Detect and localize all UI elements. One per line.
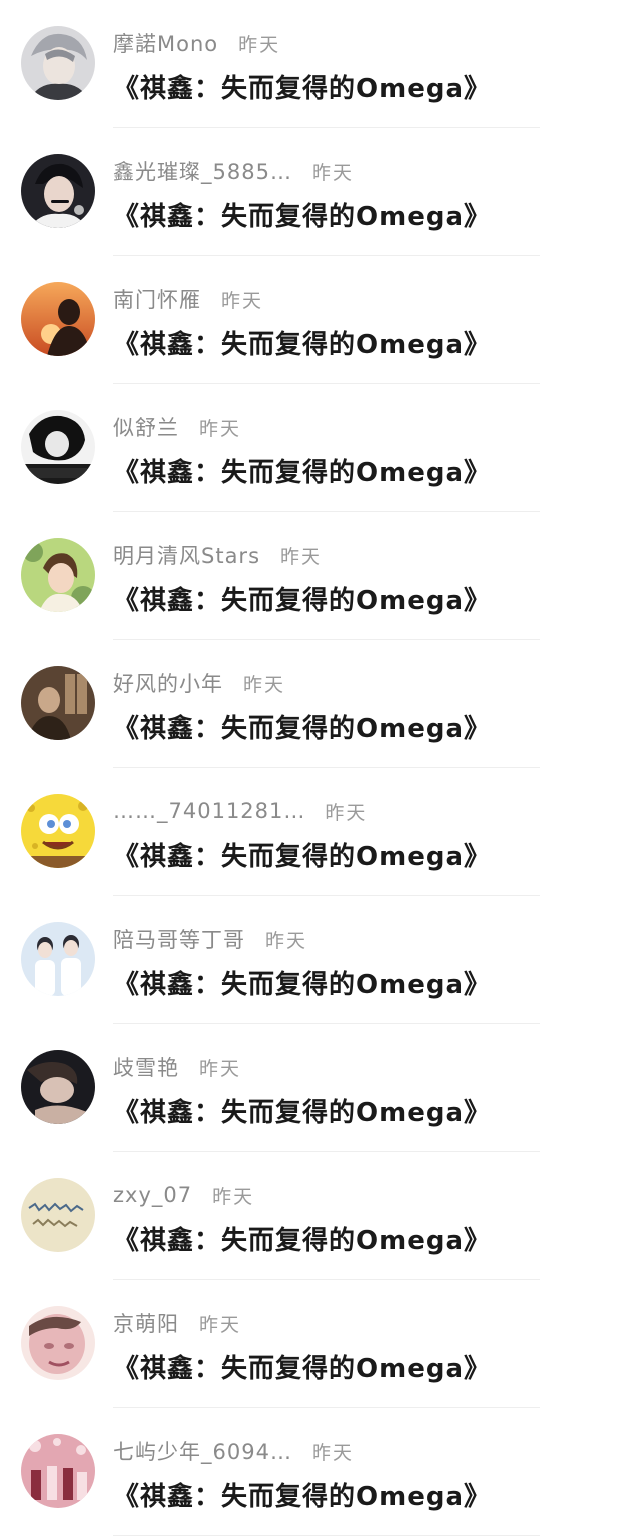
comment-list: 摩諾Mono 昨天 《祺鑫：失而复得的Omega》 鑫光璀璨_5885… 昨天 … xyxy=(0,0,640,1540)
avatar-silver-hair-boy-icon xyxy=(21,26,95,100)
comment-text: 《祺鑫：失而复得的Omega》 xyxy=(113,714,491,744)
avatar[interactable] xyxy=(21,26,95,100)
timestamp: 昨天 xyxy=(199,1313,242,1336)
username[interactable]: 明月清风Stars xyxy=(113,540,260,570)
comment-row[interactable]: 摩諾Mono 昨天 《祺鑫：失而复得的Omega》 xyxy=(0,0,640,128)
username[interactable]: 摩諾Mono xyxy=(113,28,218,58)
avatar[interactable] xyxy=(21,538,95,612)
comment-text: 《祺鑫：失而复得的Omega》 xyxy=(113,970,491,1000)
username[interactable]: 京萌阳 xyxy=(113,1308,179,1338)
comment-meta: 明月清风Stars 昨天 xyxy=(113,540,322,570)
avatar-girl-in-garden-icon xyxy=(21,538,95,612)
timestamp: 昨天 xyxy=(199,417,242,440)
comment-meta: zxy_07 昨天 xyxy=(113,1180,254,1210)
timestamp: 昨天 xyxy=(265,929,308,952)
timestamp: 昨天 xyxy=(238,33,281,56)
timestamp: 昨天 xyxy=(199,1057,242,1080)
avatar-dark-sketch-icon xyxy=(21,410,95,484)
avatar[interactable] xyxy=(21,1306,95,1380)
comment-text: 《祺鑫：失而复得的Omega》 xyxy=(113,1354,491,1384)
avatar[interactable] xyxy=(21,1178,95,1252)
comment-row[interactable]: 京萌阳 昨天 《祺鑫：失而复得的Omega》 xyxy=(0,1280,640,1408)
avatar-sunset-silhouette-icon xyxy=(21,282,95,356)
comment-meta: 京萌阳 昨天 xyxy=(113,1308,241,1338)
avatar-blurred-face-icon xyxy=(21,1306,95,1380)
comment-text: 《祺鑫：失而复得的Omega》 xyxy=(113,1098,491,1128)
avatar[interactable] xyxy=(21,282,95,356)
comment-row[interactable]: 鑫光璀璨_5885… 昨天 《祺鑫：失而复得的Omega》 xyxy=(0,128,640,256)
timestamp: 昨天 xyxy=(325,801,368,824)
username[interactable]: ……_74011281… xyxy=(113,799,305,823)
avatar[interactable] xyxy=(21,1050,95,1124)
comment-meta: 似舒兰 昨天 xyxy=(113,412,241,442)
timestamp: 昨天 xyxy=(243,673,286,696)
comment-meta: 好风的小年 昨天 xyxy=(113,668,285,698)
username[interactable]: 七屿少年_6094… xyxy=(113,1436,292,1466)
comment-meta: ……_74011281… 昨天 xyxy=(113,796,367,826)
comment-meta: 歧雪艳 昨天 xyxy=(113,1052,241,1082)
username[interactable]: 鑫光璀璨_5885… xyxy=(113,156,292,186)
avatar-handwriting-icon xyxy=(21,1178,95,1252)
avatar[interactable] xyxy=(21,666,95,740)
comment-meta: 南门怀雁 昨天 xyxy=(113,284,263,314)
comment-row[interactable]: 好风的小年 昨天 《祺鑫：失而复得的Omega》 xyxy=(0,640,640,768)
comment-meta: 摩諾Mono 昨天 xyxy=(113,28,280,58)
comment-row[interactable]: 七屿少年_6094… 昨天 《祺鑫：失而复得的Omega》 xyxy=(0,1408,640,1536)
comment-row[interactable]: ……_74011281… 昨天 《祺鑫：失而复得的Omega》 xyxy=(0,768,640,896)
comment-meta: 七屿少年_6094… 昨天 xyxy=(113,1436,354,1466)
comment-text: 《祺鑫：失而复得的Omega》 xyxy=(113,1226,491,1256)
avatar[interactable] xyxy=(21,1434,95,1508)
comment-row[interactable]: 明月清风Stars 昨天 《祺鑫：失而复得的Omega》 xyxy=(0,512,640,640)
username[interactable]: 似舒兰 xyxy=(113,412,179,442)
comment-text: 《祺鑫：失而复得的Omega》 xyxy=(113,1482,491,1512)
timestamp: 昨天 xyxy=(311,161,354,184)
username[interactable]: 南门怀雁 xyxy=(113,284,201,314)
comment-text: 《祺鑫：失而复得的Omega》 xyxy=(113,330,491,360)
timestamp: 昨天 xyxy=(212,1185,255,1208)
avatar[interactable] xyxy=(21,794,95,868)
comment-text: 《祺鑫：失而复得的Omega》 xyxy=(113,842,491,872)
avatar-pink-stage-icon xyxy=(21,1434,95,1508)
divider xyxy=(113,1535,540,1536)
username[interactable]: 陪马哥等丁哥 xyxy=(113,924,245,954)
username[interactable]: zxy_07 xyxy=(113,1183,192,1207)
comment-row[interactable]: 南门怀雁 昨天 《祺鑫：失而复得的Omega》 xyxy=(0,256,640,384)
comment-text: 《祺鑫：失而复得的Omega》 xyxy=(113,202,491,232)
username[interactable]: 好风的小年 xyxy=(113,668,223,698)
timestamp: 昨天 xyxy=(221,289,264,312)
comment-text: 《祺鑫：失而复得的Omega》 xyxy=(113,458,491,488)
comment-row[interactable]: zxy_07 昨天 《祺鑫：失而复得的Omega》 xyxy=(0,1152,640,1280)
comment-row[interactable]: 歧雪艳 昨天 《祺鑫：失而复得的Omega》 xyxy=(0,1024,640,1152)
avatar[interactable] xyxy=(21,922,95,996)
timestamp: 昨天 xyxy=(311,1441,354,1464)
avatar[interactable] xyxy=(21,154,95,228)
comment-meta: 陪马哥等丁哥 昨天 xyxy=(113,924,307,954)
avatar-spongebob-icon xyxy=(21,794,95,868)
comment-text: 《祺鑫：失而复得的Omega》 xyxy=(113,586,491,616)
avatar-two-boys-icon xyxy=(21,922,95,996)
avatar-lying-portrait-icon xyxy=(21,1050,95,1124)
avatar[interactable] xyxy=(21,410,95,484)
comment-row[interactable]: 似舒兰 昨天 《祺鑫：失而复得的Omega》 xyxy=(0,384,640,512)
avatar-singer-with-mic-icon xyxy=(21,154,95,228)
username[interactable]: 歧雪艳 xyxy=(113,1052,179,1082)
comment-row[interactable]: 陪马哥等丁哥 昨天 《祺鑫：失而复得的Omega》 xyxy=(0,896,640,1024)
comment-text: 《祺鑫：失而复得的Omega》 xyxy=(113,74,491,104)
timestamp: 昨天 xyxy=(280,545,323,568)
comment-meta: 鑫光璀璨_5885… 昨天 xyxy=(113,156,354,186)
avatar-dim-room-icon xyxy=(21,666,95,740)
